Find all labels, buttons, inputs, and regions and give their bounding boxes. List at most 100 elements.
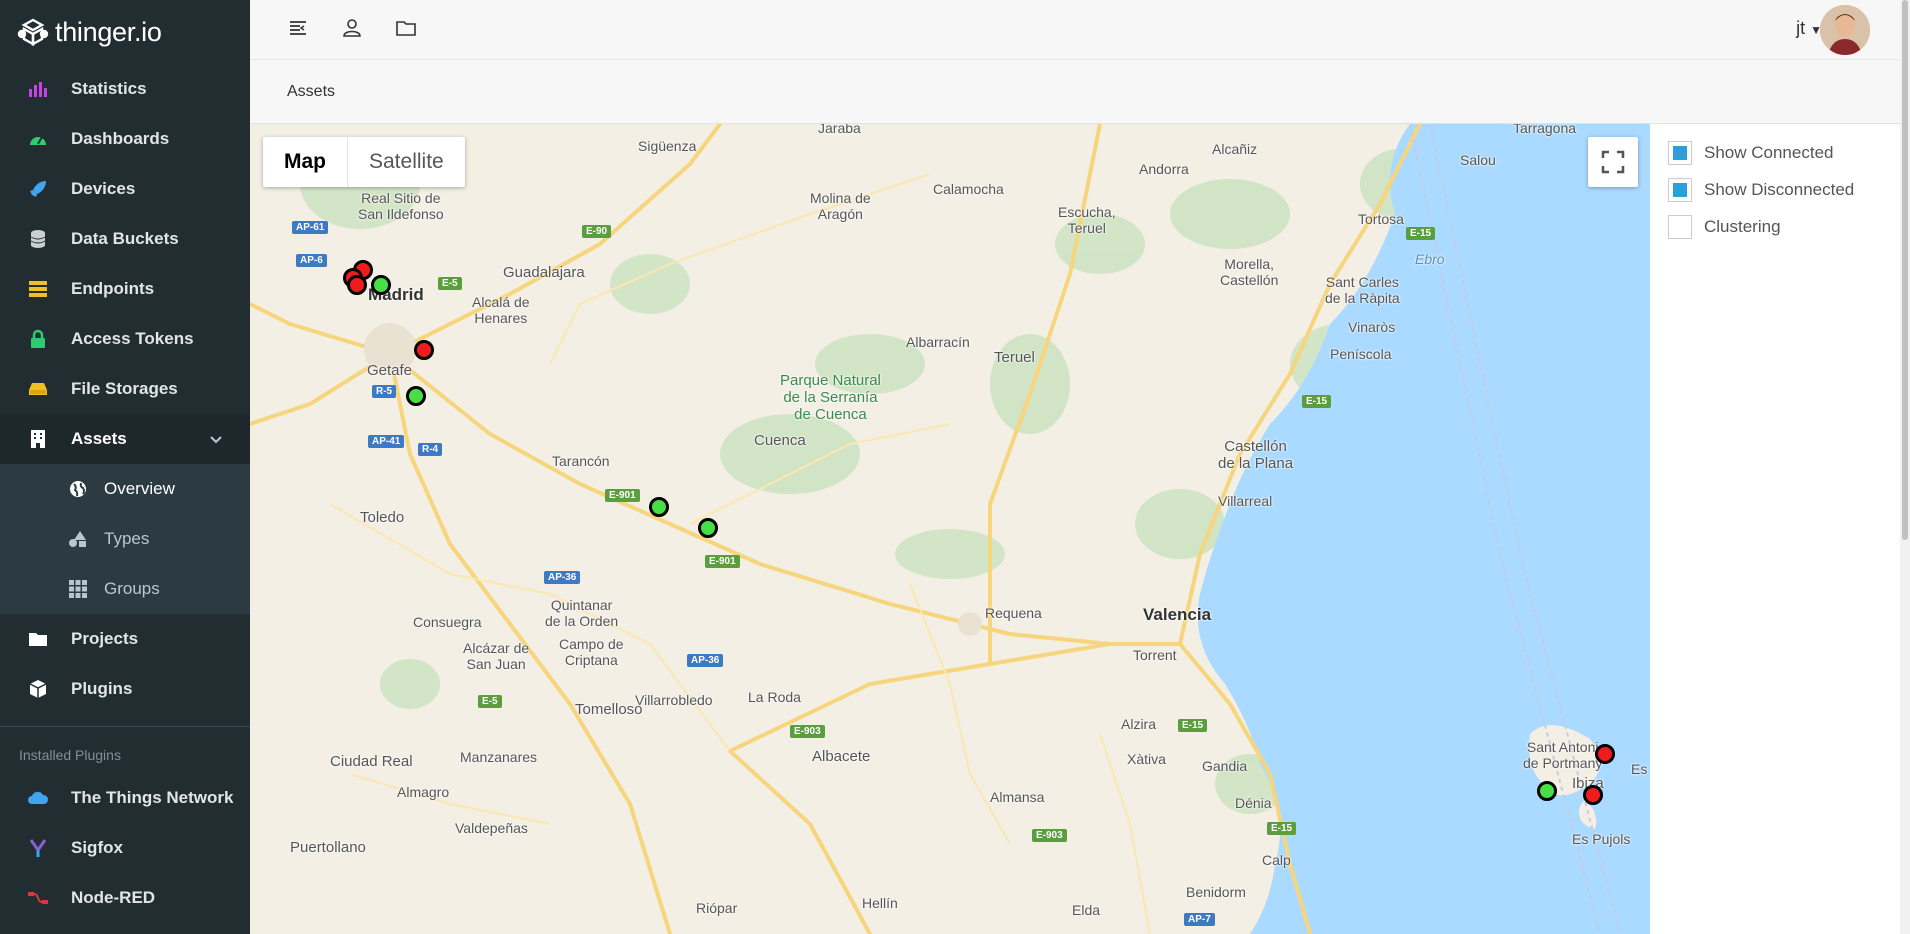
scrollbar-thumb[interactable] (1902, 0, 1908, 540)
road-shield: R-5 (372, 385, 397, 398)
asset-marker-connected[interactable] (406, 386, 426, 406)
asset-marker-disconnected[interactable] (1595, 744, 1615, 764)
folder-icon[interactable] (394, 16, 418, 40)
map-label-valdepenas: Valdepeñas (455, 820, 528, 836)
clustering-option[interactable]: Clustering (1650, 208, 1910, 245)
sidebar-item-devices[interactable]: Devices (0, 164, 250, 214)
map-label-park: Parque Natural de la Serranía de Cuenca (780, 372, 881, 423)
map-label-quintanar: Quintanar de la Orden (545, 597, 619, 629)
show-connected-checkbox[interactable] (1668, 140, 1692, 165)
nodered-icon (27, 887, 49, 909)
sidebar-item-label: Groups (104, 579, 160, 598)
asset-marker-connected[interactable] (371, 275, 391, 295)
user-icon[interactable] (340, 16, 364, 40)
map-label-albacete: Albacete (812, 748, 871, 765)
sidebar-item-dashboards[interactable]: Dashboards (0, 114, 250, 164)
show-connected-label: Show Connected (1704, 142, 1834, 162)
map-label-castellon: Castellón de la Plana (1218, 438, 1294, 472)
map-label-teruel: Teruel (994, 349, 1035, 366)
road-shield: AP-36 (544, 571, 581, 584)
assets-submenu: Overview Types Groups (0, 464, 250, 614)
sidebar-item-the-things-network[interactable]: The Things Network (0, 773, 250, 823)
map-label-elda: Elda (1072, 902, 1101, 918)
sidebar-item-node-red[interactable]: Node-RED (0, 873, 250, 923)
map-label-valencia: Valencia (1143, 605, 1212, 624)
asset-marker-connected[interactable] (649, 497, 669, 517)
sidebar-item-groups[interactable]: Groups (0, 564, 250, 614)
sidebar-item-types[interactable]: Types (0, 514, 250, 564)
map-label-ciudad-real: Ciudad Real (330, 753, 413, 770)
road-shield: E-5 (478, 695, 502, 708)
sidebar-item-label: Dashboards (71, 129, 170, 148)
map-label-riopar: Riópar (696, 900, 738, 916)
map-label-es: Es (1631, 761, 1648, 777)
page-scrollbar[interactable] (1900, 0, 1910, 934)
show-disconnected-option[interactable]: Show Disconnected (1650, 171, 1910, 208)
map-tiles (250, 124, 1650, 934)
sidebar-item-label: Types (104, 529, 150, 548)
map-filter-panel: Show Connected Show Disconnected Cluster… (1650, 124, 1910, 934)
sidebar-item-endpoints[interactable]: Endpoints (0, 264, 250, 314)
sidebar-item-label: Plugins (71, 679, 133, 698)
map-type-control: Map Satellite (263, 137, 465, 187)
dashboard-icon (27, 128, 49, 150)
sidebar-item-label: Sigfox (71, 838, 123, 857)
road-shield: E-15 (1178, 719, 1208, 732)
asset-marker-disconnected[interactable] (347, 275, 367, 295)
map-label-alcaniz: Alcañiz (1212, 141, 1258, 157)
folder-icon (27, 628, 49, 650)
asset-marker-connected[interactable] (698, 518, 718, 538)
sidebar-item-label: Endpoints (71, 279, 155, 298)
sidebar-item-assets[interactable]: Assets (0, 414, 250, 464)
map-label-getafe: Getafe (367, 362, 413, 379)
sidebar-item-label: The Things Network (71, 788, 234, 807)
sidebar-item-plugins[interactable]: Plugins (0, 664, 250, 714)
shapes-icon (68, 529, 88, 549)
sidebar-item-statistics[interactable]: Statistics (0, 64, 250, 114)
map-label-tomelloso: Tomelloso (575, 701, 643, 718)
user-menu[interactable]: jt ▼ (1796, 18, 1822, 39)
sidebar-item-label: Access Tokens (71, 329, 194, 348)
road-shield: AP-61 (292, 221, 329, 234)
globe-icon (68, 479, 88, 499)
brand-name: thinger.io (55, 16, 162, 47)
map-label-jaraba: Jaraba (818, 124, 861, 136)
sidebar-item-overview[interactable]: Overview (0, 464, 250, 514)
map-label-la-roda: La Roda (748, 689, 801, 705)
sidebar-item-file-storages[interactable]: File Storages (0, 364, 250, 414)
map-label-escucha: Escucha, Teruel (1058, 204, 1116, 236)
assets-map[interactable]: Madrid Getafe Toledo Guadalajara Cuenca … (250, 124, 1650, 934)
bar-chart-icon (27, 78, 49, 100)
breadcrumb-assets[interactable]: Assets (287, 83, 335, 101)
sidebar-item-projects[interactable]: Projects (0, 614, 250, 664)
sidebar-item-data-buckets[interactable]: Data Buckets (0, 214, 250, 264)
map-label-benidorm: Benidorm (1186, 884, 1246, 900)
map-type-map-button[interactable]: Map (263, 137, 348, 187)
clustering-checkbox[interactable] (1668, 214, 1692, 239)
map-label-gandia: Gandia (1202, 758, 1248, 774)
sidebar-toggle-icon[interactable] (286, 16, 310, 40)
sidebar-item-label: Assets (71, 429, 127, 448)
asset-marker-disconnected[interactable] (1583, 785, 1603, 805)
sidebar-item-access-tokens[interactable]: Access Tokens (0, 314, 250, 364)
map-label-consuegra: Consuegra (413, 614, 482, 630)
sidebar-item-sigfox[interactable]: Sigfox (0, 823, 250, 873)
map-label-toledo: Toledo (360, 509, 405, 526)
asset-marker-connected[interactable] (1537, 781, 1557, 801)
map-label-molina: Molina de Aragón (810, 190, 871, 222)
sidebar-item-label: Statistics (71, 79, 147, 98)
avatar[interactable] (1820, 5, 1870, 55)
show-connected-option[interactable]: Show Connected (1650, 134, 1910, 171)
installed-plugins-title: Installed Plugins (19, 747, 121, 763)
fullscreen-button[interactable] (1588, 137, 1638, 187)
road-shield: AP-7 (1184, 913, 1215, 926)
asset-marker-disconnected[interactable] (414, 340, 434, 360)
road-shield: E-5 (438, 277, 462, 290)
map-type-satellite-button[interactable]: Satellite (348, 137, 465, 187)
show-disconnected-checkbox[interactable] (1668, 177, 1692, 202)
map-label-vinaros: Vinaròs (1348, 319, 1396, 335)
road-shield: AP-36 (687, 654, 724, 667)
brand-logo[interactable]: thinger.io (0, 0, 250, 64)
map-label-requena: Requena (985, 605, 1042, 621)
sidebar-item-label: Projects (71, 629, 139, 648)
